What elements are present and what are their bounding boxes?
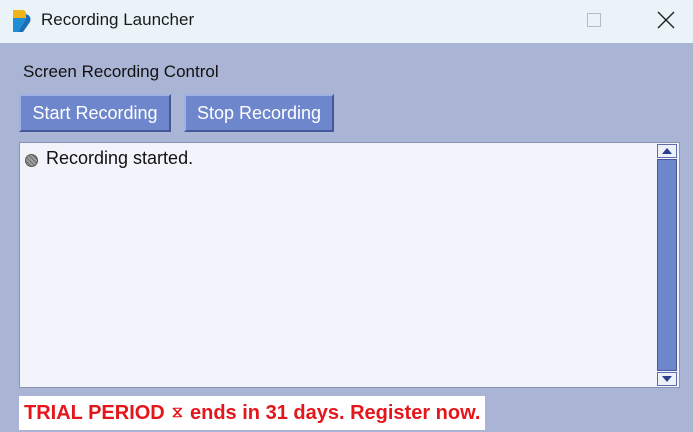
minimize-button[interactable] [502, 0, 548, 40]
arrow-up-icon [662, 148, 672, 154]
maximize-button[interactable] [571, 0, 617, 40]
status-dot-icon [25, 154, 38, 167]
maximize-icon [587, 13, 601, 27]
arrow-down-icon [662, 376, 672, 382]
section-label: Screen Recording Control [23, 62, 219, 81]
scrollbar-thumb[interactable] [657, 159, 677, 371]
log-entry-text: Recording started. [46, 148, 194, 168]
start-recording-button[interactable]: Start Recording [19, 94, 171, 132]
scroll-down-button[interactable] [657, 372, 677, 386]
scroll-up-button[interactable] [657, 144, 677, 158]
vertical-scrollbar[interactable] [657, 144, 677, 386]
trial-period-banner[interactable]: TRIAL PERIOD ⧖ ends in 31 days. Register… [19, 396, 486, 430]
hourglass-icon: ⧖ [171, 404, 183, 421]
log-entry: Recording started. [25, 148, 193, 169]
app-logo-icon [13, 10, 31, 32]
trial-text-before: TRIAL PERIOD [24, 401, 165, 424]
trial-text-after: ends in 31 days. Register now. [190, 401, 481, 424]
window-title: Recording Launcher [41, 10, 195, 29]
minimize-icon [519, 19, 531, 21]
close-icon [657, 11, 675, 29]
stop-recording-button[interactable]: Stop Recording [184, 94, 334, 132]
close-button[interactable] [643, 0, 689, 40]
log-output[interactable]: Recording started. [19, 142, 680, 388]
title-bar: Recording Launcher [0, 0, 693, 43]
